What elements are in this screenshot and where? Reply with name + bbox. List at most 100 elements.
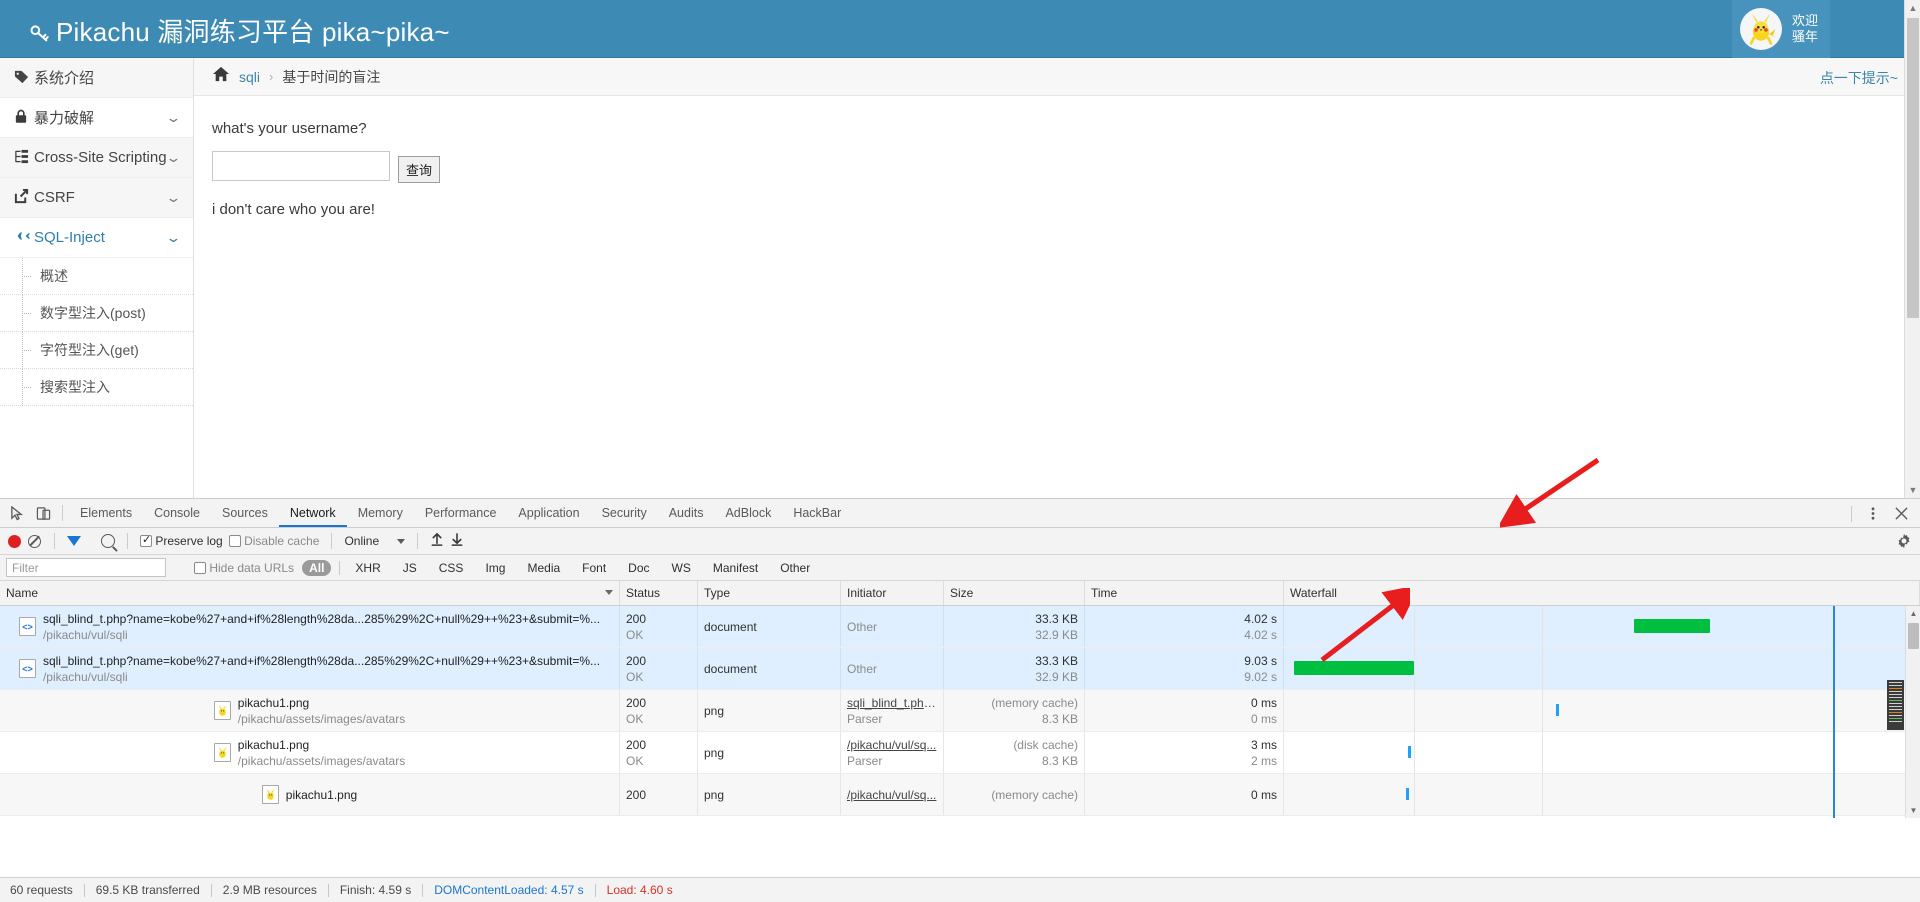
sidebar-subitem-numeric-post[interactable]: 数字型注入(post) (0, 295, 193, 332)
scroll-down-icon[interactable]: ▼ (1906, 803, 1920, 818)
table-row[interactable]: <> sqli_blind_t.php?name=kobe%27+and+if%… (0, 648, 1920, 690)
column-header-initiator[interactable]: Initiator (841, 581, 944, 605)
sidebar-subitem-search-inject[interactable]: 搜索型注入 (0, 369, 193, 406)
scroll-up-icon[interactable]: ▲ (1905, 0, 1920, 16)
page-scroll-thumb[interactable] (1907, 18, 1919, 318)
scroll-up-icon[interactable]: ▲ (1906, 606, 1920, 621)
cell-initiator[interactable]: sqli_blind_t.php... Parser (841, 690, 944, 731)
column-header-name[interactable]: Name (0, 581, 620, 605)
sidebar-subitem-overview[interactable]: 概述 (0, 258, 193, 295)
tab-console[interactable]: Console (143, 499, 211, 527)
tab-security[interactable]: Security (591, 499, 658, 527)
tab-network[interactable]: Network (278, 499, 347, 527)
user-box[interactable]: 欢迎 骚年 (1731, 0, 1830, 58)
devtools-scrollbar[interactable]: ▲ ▼ (1905, 606, 1920, 818)
column-header-time[interactable]: Time (1085, 581, 1284, 605)
sidebar-item-label: 系统介绍 (34, 70, 95, 87)
column-header-size[interactable]: Size (944, 581, 1085, 605)
cell-time: 4.02 s 4.02 s (1085, 606, 1284, 647)
username-input[interactable] (212, 151, 390, 181)
hide-data-urls-toggle[interactable]: Hide data URLs (194, 561, 294, 575)
table-row[interactable]: pikachu1.png /pikachu/assets/images/avat… (0, 732, 1920, 774)
throttling-select[interactable]: Online (344, 534, 406, 548)
hide-data-urls-checkbox[interactable] (194, 561, 206, 574)
type-filter-font[interactable]: Font (575, 560, 613, 576)
initiator-link[interactable]: /pikachu/vul/sq... (847, 737, 937, 753)
disable-cache-checkbox[interactable] (228, 535, 241, 547)
table-row[interactable]: pikachu1.png 200 png /pikachu/vul/sq... (0, 774, 1920, 816)
home-icon[interactable] (212, 66, 230, 87)
table-row[interactable]: <> sqli_blind_t.php?name=kobe%27+and+if%… (0, 606, 1920, 648)
sidebar-item-xss[interactable]: Cross-Site Scripting ⌄ (0, 138, 193, 178)
filter-input[interactable] (6, 558, 166, 577)
tab-audits[interactable]: Audits (658, 499, 715, 527)
type-filter-all[interactable]: All (302, 559, 332, 576)
tab-adblock[interactable]: AdBlock (714, 499, 782, 527)
download-icon[interactable] (450, 532, 464, 550)
type-filter-other[interactable]: Other (773, 560, 817, 576)
initiator-link[interactable]: /pikachu/vul/sq... (847, 787, 937, 803)
cell-initiator[interactable]: /pikachu/vul/sq... (841, 774, 944, 815)
tab-memory[interactable]: Memory (347, 499, 414, 527)
type-filter-xhr[interactable]: XHR (348, 560, 387, 576)
column-header-type[interactable]: Type (698, 581, 841, 605)
initiator-link[interactable]: sqli_blind_t.php... (847, 695, 937, 711)
search-icon[interactable] (101, 534, 115, 548)
sidebar-item-intro[interactable]: 系统介绍 (0, 58, 193, 98)
preserve-log-checkbox[interactable] (140, 534, 152, 547)
upload-icon[interactable] (430, 532, 444, 550)
tab-performance[interactable]: Performance (414, 499, 508, 527)
sidebar-item-sql-inject[interactable]: SQL-Inject ⌄ (0, 218, 193, 258)
record-icon[interactable] (8, 534, 21, 548)
type-filter-ws[interactable]: WS (665, 560, 698, 576)
cell-name[interactable]: pikachu1.png (0, 774, 620, 815)
cell-status: 200 OK (620, 648, 698, 689)
funnel-icon[interactable] (67, 536, 81, 561)
cell-type: png (698, 774, 841, 815)
column-header-status[interactable]: Status (620, 581, 698, 605)
cell-name[interactable]: pikachu1.png /pikachu/assets/images/avat… (0, 732, 620, 773)
cell-initiator[interactable]: /pikachu/vul/sq... Parser (841, 732, 944, 773)
tab-application[interactable]: Application (507, 499, 590, 527)
type-filter-js[interactable]: JS (396, 560, 424, 576)
cell-name[interactable]: <> sqli_blind_t.php?name=kobe%27+and+if%… (0, 606, 620, 647)
hint-link[interactable]: 点一下提示~ (1820, 68, 1898, 88)
column-header-waterfall[interactable]: Waterfall (1284, 581, 1920, 605)
devtools-scroll-thumb[interactable] (1908, 623, 1919, 649)
preserve-log-toggle[interactable]: Preserve log (140, 534, 223, 548)
disable-cache-toggle[interactable]: Disable cache (228, 534, 319, 548)
welcome-line-1: 欢迎 (1791, 13, 1818, 28)
scroll-down-icon[interactable]: ▼ (1905, 482, 1920, 498)
device-toolbar-icon[interactable] (30, 500, 56, 526)
type-filter-css[interactable]: CSS (432, 560, 471, 576)
table-body: <> sqli_blind_t.php?name=kobe%27+and+if%… (0, 606, 1920, 818)
submit-button[interactable]: 查询 (398, 156, 440, 183)
page-scrollbar[interactable]: ▲ ▼ (1904, 0, 1920, 498)
tab-hackbar[interactable]: HackBar (782, 499, 852, 527)
cell-name[interactable]: pikachu1.png /pikachu/assets/images/avat… (0, 690, 620, 731)
gear-icon[interactable] (1896, 533, 1912, 552)
type-filter-media[interactable]: Media (520, 560, 567, 576)
sidebar-subitem-string-get[interactable]: 字符型注入(get) (0, 332, 193, 369)
sidebar-item-csrf[interactable]: CSRF ⌄ (0, 178, 193, 218)
tab-elements[interactable]: Elements (69, 499, 143, 527)
breadcrumb-parent[interactable]: sqli (239, 69, 260, 85)
kebab-menu-icon[interactable] (1860, 501, 1886, 527)
cell-size: 33.3 KB 32.9 KB (944, 606, 1085, 647)
sidebar-item-brute-force[interactable]: 暴力破解 ⌄ (0, 98, 193, 138)
type-filter-img[interactable]: Img (478, 560, 512, 576)
type-filter-manifest[interactable]: Manifest (706, 560, 765, 576)
inspect-element-icon[interactable] (4, 500, 30, 526)
cell-name[interactable]: <> sqli_blind_t.php?name=kobe%27+and+if%… (0, 648, 620, 689)
site-header: Pikachu 漏洞练习平台 pika~pika~ 欢迎 骚年 (0, 0, 1920, 58)
close-icon[interactable] (1888, 501, 1914, 527)
clear-icon[interactable] (27, 534, 42, 549)
column-header-label: Name (6, 586, 39, 600)
cell-status: 200 OK (620, 690, 698, 731)
type-filter-doc[interactable]: Doc (621, 560, 656, 576)
cell-waterfall (1284, 690, 1920, 731)
sidebar-item-label: 暴力破解 (34, 110, 95, 127)
status-dom-content-loaded: DOMContentLoaded: 4.57 s (434, 883, 584, 897)
table-row[interactable]: pikachu1.png /pikachu/assets/images/avat… (0, 690, 1920, 732)
tab-sources[interactable]: Sources (211, 499, 279, 527)
